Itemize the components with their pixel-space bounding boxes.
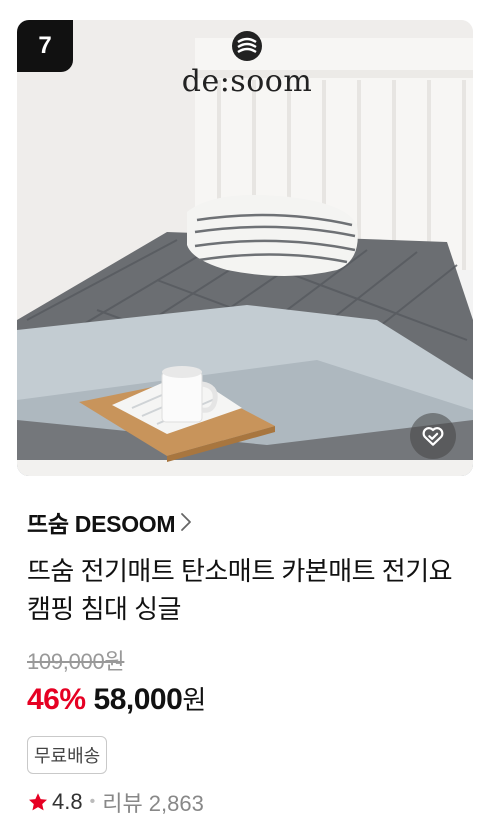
store-name: 뜨숨 DESOOM [27, 511, 176, 537]
review-count: 리뷰 2,863 [102, 791, 204, 816]
free-shipping-badge: 무료배송 [27, 736, 108, 774]
star-icon [29, 793, 47, 811]
wishlist-button[interactable] [410, 413, 456, 459]
rank-number: 7 [38, 32, 52, 59]
rating-row: 4.8 • 리뷰 2,863 [27, 786, 204, 818]
rating-score: 4.8 [52, 789, 83, 814]
product-card[interactable]: 7 de:soom 뜨숨 DESOOM 뜨숨 전기매트 탄소매트 카본매트 전기… [0, 0, 490, 836]
logo-mark-icon [232, 31, 262, 61]
price-row: 46% 58,000원 [27, 680, 206, 717]
heart-check-icon [422, 427, 444, 446]
currency-unit: 원 [182, 685, 206, 715]
sale-price-amount: 58,000 [93, 683, 183, 716]
discount-rate: 46% [27, 683, 86, 716]
chevron-right-icon [181, 513, 192, 531]
logo-text: de:soom [181, 64, 313, 99]
rank-badge: 7 [17, 20, 73, 72]
product-title[interactable]: 뜨숨 전기매트 탄소매트 카본매트 전기요 캠핑 침대 싱글 [27, 552, 467, 628]
brand-logo: de:soom [177, 30, 317, 99]
product-image[interactable]: 7 de:soom [17, 20, 473, 476]
sale-price: 58,000원 [93, 680, 207, 717]
original-price: 109,000원 [27, 649, 125, 674]
separator-dot: • [89, 793, 96, 810]
store-link[interactable]: 뜨숨 DESOOM [27, 505, 192, 539]
